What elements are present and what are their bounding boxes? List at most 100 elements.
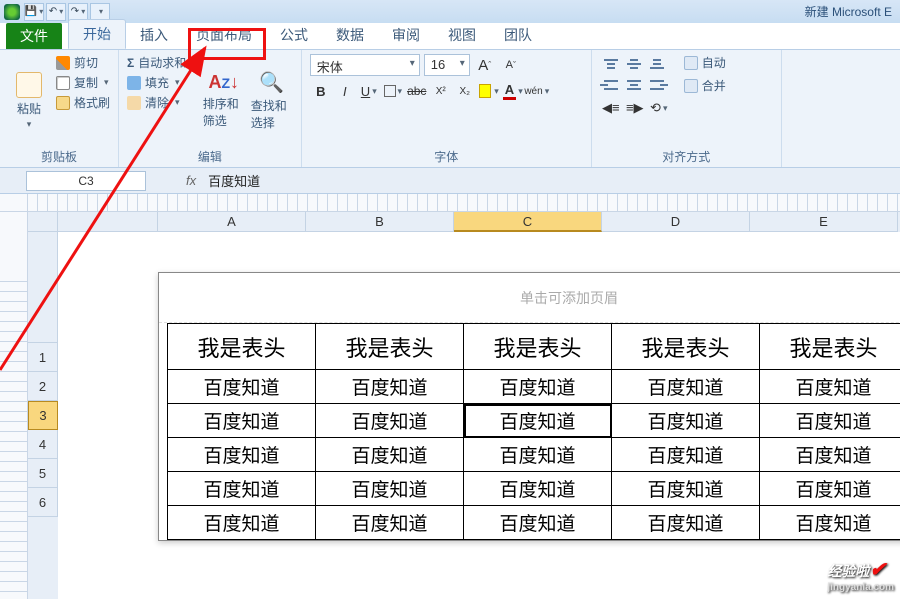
ribbon: 粘贴 ▾ 剪切 复制 格式刷 剪贴板 Σ自动求和 填充 清除 AZ↓ 排序和筛选 <box>0 50 900 168</box>
superscript-button[interactable]: X² <box>430 80 452 102</box>
italic-button[interactable]: I <box>334 80 356 102</box>
cell[interactable]: 百度知道 <box>464 472 612 506</box>
font-color-button[interactable]: A <box>502 80 524 102</box>
formula-bar-value[interactable]: 百度知道 <box>208 171 260 190</box>
page-header-placeholder[interactable]: 单击可添加页眉 <box>159 273 900 323</box>
excel-orb-icon[interactable] <box>4 4 20 20</box>
align-center-button[interactable] <box>623 75 645 95</box>
subscript-button[interactable]: X₂ <box>454 80 476 102</box>
cell[interactable]: 百度知道 <box>316 506 464 540</box>
tab-insert[interactable]: 插入 <box>126 21 182 49</box>
underline-button[interactable]: U <box>358 80 380 102</box>
align-middle-button[interactable] <box>623 54 645 74</box>
th[interactable]: 我是表头 <box>168 324 316 370</box>
th[interactable]: 我是表头 <box>316 324 464 370</box>
wrap-text-button[interactable]: 自动 <box>684 54 726 71</box>
cell[interactable]: 百度知道 <box>168 506 316 540</box>
cell-selected[interactable]: 百度知道 <box>464 404 612 438</box>
sort-label: 排序和筛选 <box>203 95 245 129</box>
cell[interactable]: 百度知道 <box>760 438 900 472</box>
align-left-button[interactable] <box>600 75 622 95</box>
cell[interactable]: 百度知道 <box>316 370 464 404</box>
cell[interactable]: 百度知道 <box>612 438 760 472</box>
cell[interactable]: 百度知道 <box>316 472 464 506</box>
row-header-3[interactable]: 3 <box>28 401 58 430</box>
find-select-button[interactable]: 🔍 查找和选择 <box>251 54 293 147</box>
tab-team[interactable]: 团队 <box>490 21 546 49</box>
qat-undo-icon[interactable]: ↶ <box>46 3 66 21</box>
binoculars-icon: 🔍 <box>259 70 284 95</box>
cell[interactable]: 百度知道 <box>168 370 316 404</box>
th[interactable]: 我是表头 <box>612 324 760 370</box>
fx-icon[interactable]: fx <box>186 173 196 188</box>
format-painter-button[interactable]: 格式刷 <box>56 94 110 111</box>
col-header-b[interactable]: B <box>306 212 454 232</box>
col-header-a[interactable]: A <box>158 212 306 232</box>
font-size-combo[interactable]: 16 <box>424 54 470 76</box>
cell[interactable]: 百度知道 <box>612 472 760 506</box>
qat-redo-icon[interactable]: ↷ <box>68 3 88 21</box>
th[interactable]: 我是表头 <box>464 324 612 370</box>
cell[interactable]: 百度知道 <box>612 404 760 438</box>
copy-button[interactable]: 复制 <box>56 74 110 91</box>
align-bottom-button[interactable] <box>646 54 668 74</box>
cell[interactable]: 百度知道 <box>760 472 900 506</box>
align-right-button[interactable] <box>646 75 668 95</box>
th[interactable]: 我是表头 <box>760 324 900 370</box>
col-header-e[interactable]: E <box>750 212 898 232</box>
name-box[interactable] <box>26 171 146 191</box>
merge-center-button[interactable]: 合并 <box>684 77 726 94</box>
tab-review[interactable]: 审阅 <box>378 21 434 49</box>
strikethrough-button[interactable]: abc <box>406 80 428 102</box>
increase-indent-button[interactable]: ≡▶ <box>624 97 646 119</box>
grow-font-button[interactable]: Aˆ <box>474 54 496 76</box>
group-alignment-label: 对齐方式 <box>600 147 773 165</box>
fill-color-button[interactable] <box>478 80 500 102</box>
row-header-4[interactable]: 4 <box>28 430 58 459</box>
clear-button[interactable]: 清除 <box>127 94 197 111</box>
data-table: 我是表头 我是表头 我是表头 我是表头 我是表头 百度知道 百度知道 百度知道 … <box>167 323 900 540</box>
cell[interactable]: 百度知道 <box>760 506 900 540</box>
cell[interactable]: 百度知道 <box>612 370 760 404</box>
shrink-font-button[interactable]: Aˇ <box>500 54 522 76</box>
cell[interactable]: 百度知道 <box>760 370 900 404</box>
cell[interactable]: 百度知道 <box>168 438 316 472</box>
cell[interactable]: 百度知道 <box>316 404 464 438</box>
border-button[interactable] <box>382 80 404 102</box>
tab-formula[interactable]: 公式 <box>266 21 322 49</box>
row-header-2[interactable]: 2 <box>28 372 58 401</box>
tab-file[interactable]: 文件 <box>6 23 62 49</box>
col-header-c[interactable]: C <box>454 212 602 232</box>
phonetic-button[interactable]: wén <box>526 80 548 102</box>
autosum-button[interactable]: Σ自动求和 <box>127 54 197 71</box>
select-all-corner[interactable] <box>28 212 58 232</box>
bold-button[interactable]: B <box>310 80 332 102</box>
tab-view[interactable]: 视图 <box>434 21 490 49</box>
cut-button[interactable]: 剪切 <box>56 54 110 71</box>
sort-filter-button[interactable]: AZ↓ 排序和筛选 <box>203 54 245 147</box>
cell[interactable]: 百度知道 <box>464 370 612 404</box>
row-header-6[interactable]: 6 <box>28 488 58 517</box>
tab-page-layout[interactable]: 页面布局 <box>182 21 266 49</box>
row-header-5[interactable]: 5 <box>28 459 58 488</box>
fill-button[interactable]: 填充 <box>127 74 197 91</box>
decrease-indent-button[interactable]: ◀≡ <box>600 97 622 119</box>
font-name-combo[interactable]: 宋体 <box>310 54 420 76</box>
cell[interactable]: 百度知道 <box>464 506 612 540</box>
cell[interactable]: 百度知道 <box>316 438 464 472</box>
cell[interactable]: 百度知道 <box>168 404 316 438</box>
cell[interactable]: 百度知道 <box>464 438 612 472</box>
qat-more-icon[interactable] <box>90 3 110 21</box>
cell[interactable]: 百度知道 <box>612 506 760 540</box>
paste-button[interactable]: 粘贴 ▾ <box>8 54 50 147</box>
cell[interactable]: 百度知道 <box>168 472 316 506</box>
col-header-d[interactable]: D <box>602 212 750 232</box>
row-header-1[interactable]: 1 <box>28 343 58 372</box>
orientation-button[interactable]: ⟲ <box>648 97 670 119</box>
sheet-canvas[interactable]: A B C D E 单击可添加页眉 我是表头 我是表头 我是表头 我是表头 我是… <box>58 212 900 599</box>
tab-data[interactable]: 数据 <box>322 21 378 49</box>
cell[interactable]: 百度知道 <box>760 404 900 438</box>
qat-save-icon[interactable]: 💾 <box>24 3 44 21</box>
align-top-button[interactable] <box>600 54 622 74</box>
tab-home[interactable]: 开始 <box>68 19 126 49</box>
